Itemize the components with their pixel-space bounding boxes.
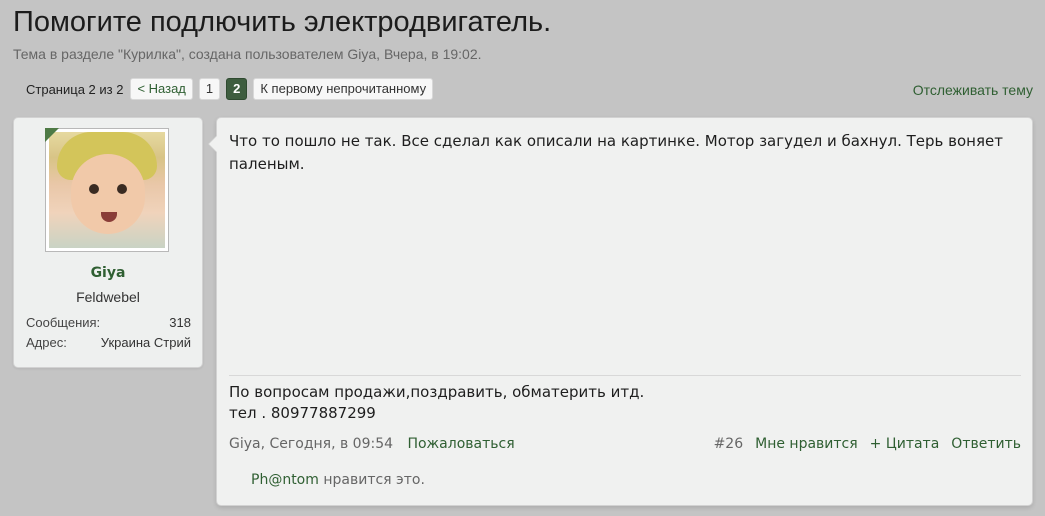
page-1-button[interactable]: 1 [198, 78, 221, 100]
post-author-time[interactable]: Giya, Сегодня, в 09:54 [229, 436, 393, 452]
likes-summary: Ph@ntom нравится это. [251, 472, 425, 488]
signature-phone: тел . 80977887299 [229, 404, 376, 422]
posts-label: Сообщения: [26, 315, 101, 330]
thread-title: Помогите подлючить электродвигатель. [13, 6, 552, 38]
avatar-image [49, 132, 165, 248]
post-number-link[interactable]: #26 [714, 436, 744, 452]
user-info-panel: Giya Feldwebel Сообщения: 318 Адрес: Укр… [13, 117, 203, 368]
posts-value: 318 [169, 315, 191, 330]
watch-thread-link[interactable]: Отслеживать тему [913, 82, 1033, 98]
user-posts-stat: Сообщения: 318 [26, 315, 191, 330]
report-link[interactable]: Пожаловаться [407, 436, 514, 452]
online-indicator-icon [45, 128, 59, 142]
post-text: Что то пошло не так. Все сделал как опис… [229, 132, 1003, 173]
likes-suffix: нравится это. [323, 472, 425, 488]
post-message: Что то пошло не так. Все сделал как опис… [208, 117, 1033, 506]
signature-divider [229, 375, 1021, 376]
thread-subtitle: Тема в разделе "Курилка", создана пользо… [13, 46, 482, 62]
post-meta: Giya, Сегодня, в 09:54 Пожаловаться #26 … [229, 436, 1021, 452]
page-navigation: Страница 2 из 2 < Назад 1 2 К первому не… [26, 78, 434, 100]
page-2-button[interactable]: 2 [226, 78, 248, 100]
location-value: Украина Стрий [100, 335, 191, 350]
avatar[interactable] [45, 128, 169, 252]
user-rank: Feldwebel [76, 289, 140, 305]
reply-button[interactable]: Ответить [951, 436, 1021, 452]
page-info: Страница 2 из 2 [26, 81, 124, 97]
prev-page-button[interactable]: < Назад [130, 78, 193, 100]
quote-button[interactable]: + Цитата [870, 436, 940, 452]
signature: По вопросам продажи,поздравить, обматери… [229, 382, 1021, 424]
like-button[interactable]: Мне нравится [755, 436, 858, 452]
first-unread-button[interactable]: К первому непрочитанному [253, 78, 434, 100]
liker-link[interactable]: Ph@ntom [251, 472, 319, 488]
signature-line: По вопросам продажи,поздравить, обматери… [229, 383, 645, 401]
location-label: Адрес: [26, 335, 67, 350]
username-link[interactable]: Giya [14, 265, 202, 281]
user-location-stat: Адрес: Украина Стрий [26, 335, 191, 350]
